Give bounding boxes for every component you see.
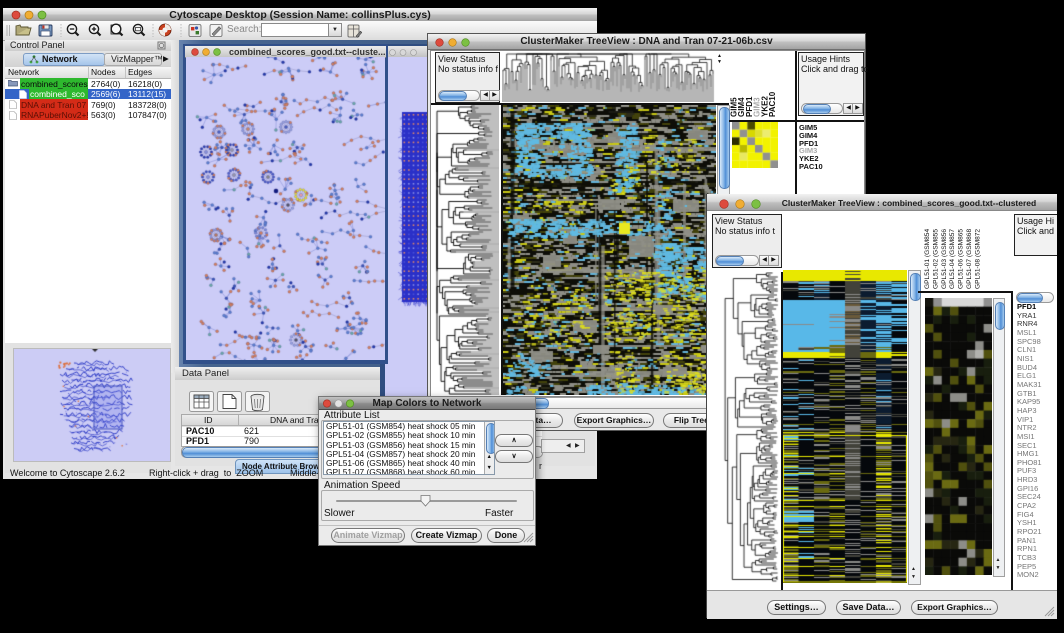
svg-text:GPL51-02 (GSM855: GPL51-02 (GSM855 [932,229,939,289]
svg-text:GPL51-03 (GSM856: GPL51-03 (GSM856 [941,229,948,289]
svg-text:PAC10: PAC10 [768,91,777,117]
svg-text:GPL51-01 (GSM854: GPL51-01 (GSM854 [924,229,931,289]
svg-text:GPL51-06 (GSM865: GPL51-06 (GSM865 [958,229,965,289]
svg-text:GPL51-08 (GSM872: GPL51-08 (GSM872 [974,229,981,289]
svg-text:GPL51-04 (GSM857: GPL51-04 (GSM857 [949,229,956,289]
svg-text:GPL51-07 (GSM868: GPL51-07 (GSM868 [966,229,973,289]
